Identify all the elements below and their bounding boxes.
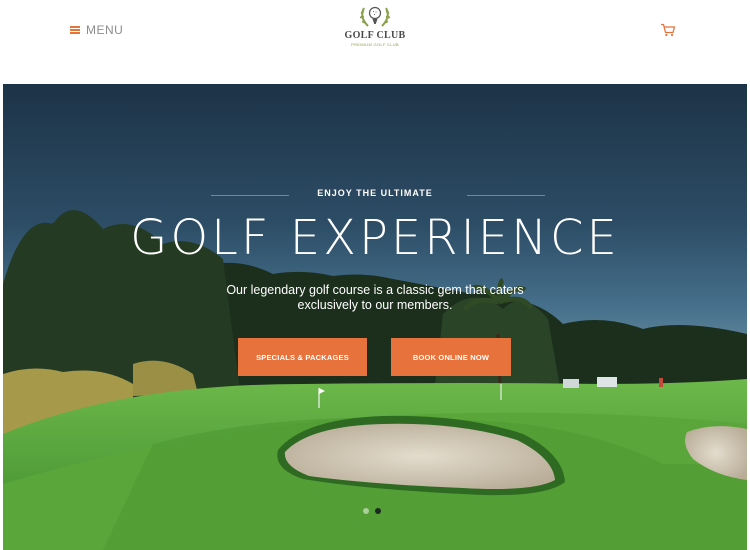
menu-label: MENU	[86, 23, 124, 37]
site-header: MENU GOLF CLUB PREMIUM GOLF CLUB	[0, 0, 750, 84]
menu-button[interactable]: MENU	[70, 22, 123, 38]
slide-dot-2[interactable]	[375, 508, 381, 514]
logo-subtitle: PREMIUM GOLF CLUB	[351, 42, 399, 47]
hero-eyebrow: ENJOY THE ULTIMATE	[3, 188, 747, 202]
site-logo[interactable]: GOLF CLUB PREMIUM GOLF CLUB	[334, 4, 416, 54]
hero-tagline: Our legendary golf course is a classic g…	[226, 283, 524, 312]
divider-right	[467, 195, 545, 196]
book-online-button[interactable]: BOOK ONLINE NOW	[391, 338, 511, 376]
golf-course-photo	[3, 210, 747, 550]
eyebrow-text: ENJOY THE ULTIMATE	[317, 188, 433, 198]
logo-title: GOLF CLUB	[344, 30, 406, 41]
hero-headline: GOLF EXPERIENCE	[130, 210, 620, 266]
specials-packages-button[interactable]: SPECIALS & PACKAGES	[238, 338, 367, 376]
slider-pagination	[363, 508, 381, 514]
slide-dot-1[interactable]	[363, 508, 369, 514]
golf-ball-laurel-icon	[359, 6, 391, 27]
cart-icon[interactable]	[660, 23, 676, 37]
hero-banner: ENJOY THE ULTIMATE GOLF EXPERIENCE Our l…	[3, 84, 747, 550]
hamburger-icon	[70, 26, 80, 34]
